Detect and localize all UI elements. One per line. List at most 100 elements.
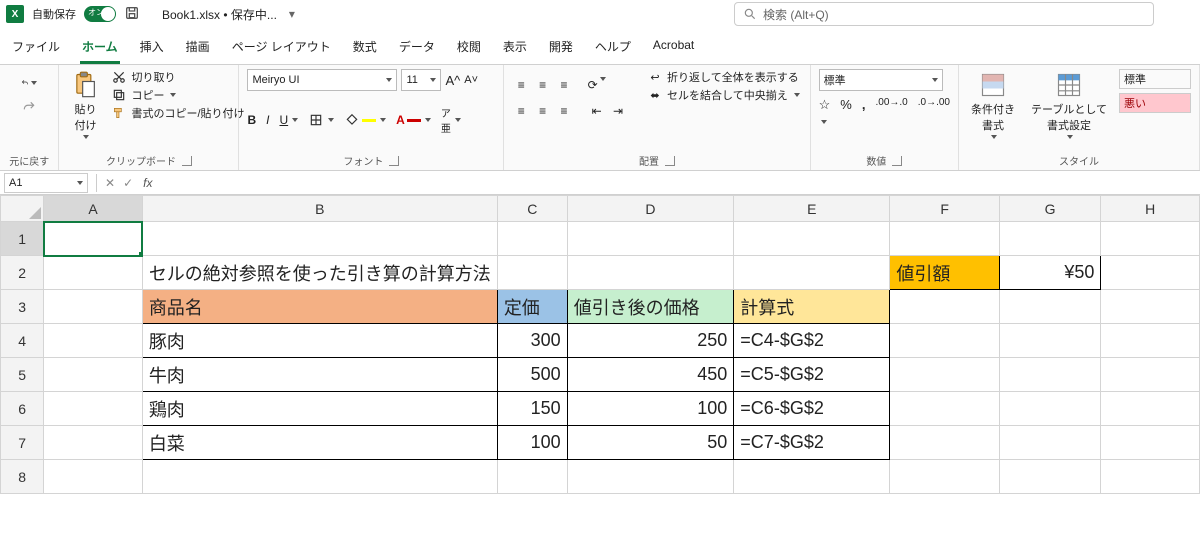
tab-insert[interactable]: 挿入 (138, 34, 166, 64)
cell[interactable]: 値引額 (890, 256, 999, 290)
cell[interactable] (734, 460, 890, 494)
cell-style-bad[interactable]: 悪い (1119, 93, 1191, 113)
cell[interactable] (44, 256, 143, 290)
row-header[interactable]: 6 (1, 392, 44, 426)
search-input[interactable]: 検索 (Alt+Q) (734, 2, 1154, 26)
tab-layout[interactable]: ページ レイアウト (230, 34, 333, 64)
cell[interactable]: ¥50 (999, 256, 1101, 290)
bold-button[interactable]: B (247, 113, 256, 127)
format-as-table-button[interactable]: テーブルとして 書式設定 (1027, 69, 1111, 141)
row-header[interactable]: 2 (1, 256, 44, 290)
cell[interactable] (44, 392, 143, 426)
cell[interactable]: 豚肉 (142, 324, 497, 358)
orientation-button[interactable]: ⟳ (588, 77, 606, 93)
cell[interactable] (890, 324, 999, 358)
select-all-corner[interactable] (1, 196, 44, 222)
worksheet[interactable]: ABCDEFGH12セルの絶対参照を使った引き算の計算方法値引額¥503商品名定… (0, 195, 1200, 494)
cell[interactable]: =C4-$G$2 (734, 324, 890, 358)
cell[interactable]: 100 (567, 392, 734, 426)
cell[interactable]: セルの絶対参照を使った引き算の計算方法 (142, 256, 497, 290)
cell[interactable]: 白菜 (142, 426, 497, 460)
tab-dev[interactable]: 開発 (547, 34, 575, 64)
tab-formulas[interactable]: 数式 (351, 34, 379, 64)
cell-style-normal[interactable]: 標準 (1119, 69, 1191, 89)
row-header[interactable]: 4 (1, 324, 44, 358)
cell[interactable]: 100 (497, 426, 567, 460)
decrease-indent-button[interactable]: ⇤ (588, 103, 606, 119)
font-color-button[interactable]: A (396, 113, 431, 127)
cell[interactable] (1101, 358, 1200, 392)
paste-button[interactable]: 貼り付け (67, 69, 103, 141)
name-box[interactable]: A1 (4, 173, 88, 193)
cell[interactable] (999, 426, 1101, 460)
align-right-button[interactable]: ≡ (555, 103, 573, 119)
tab-draw[interactable]: 描画 (184, 34, 212, 64)
cell[interactable] (44, 426, 143, 460)
tab-acrobat[interactable]: Acrobat (651, 34, 696, 64)
cell[interactable] (1101, 256, 1200, 290)
cell[interactable]: =C6-$G$2 (734, 392, 890, 426)
column-header[interactable]: A (44, 196, 143, 222)
redo-button[interactable] (21, 99, 37, 115)
conditional-format-button[interactable]: 条件付き 書式 (967, 69, 1019, 141)
borders-button[interactable] (308, 112, 334, 128)
increase-decimal-button[interactable]: .00→.0 (875, 97, 907, 128)
cell[interactable] (734, 222, 890, 256)
accounting-format-button[interactable]: ☆ (819, 97, 831, 128)
cell[interactable] (999, 324, 1101, 358)
column-header[interactable]: B (142, 196, 497, 222)
align-top-button[interactable]: ≡ (512, 77, 530, 93)
cancel-formula-button[interactable]: ✕ (101, 176, 119, 190)
decrease-font-button[interactable]: A˅ (464, 74, 478, 86)
tab-home[interactable]: ホーム (80, 34, 120, 64)
cell[interactable] (1101, 222, 1200, 256)
cell[interactable]: 450 (567, 358, 734, 392)
autosave-toggle[interactable]: オン (84, 6, 116, 22)
number-format-select[interactable]: 標準 (819, 69, 943, 91)
cell[interactable] (497, 460, 567, 494)
number-launcher[interactable] (892, 156, 902, 166)
cell[interactable] (890, 222, 999, 256)
column-header[interactable]: E (734, 196, 890, 222)
row-header[interactable]: 3 (1, 290, 44, 324)
cell[interactable] (890, 290, 999, 324)
align-middle-button[interactable]: ≡ (534, 77, 552, 93)
wrap-text-button[interactable]: ↩折り返して全体を表示する (647, 69, 800, 85)
font-size-select[interactable]: 11 (401, 69, 441, 91)
align-center-button[interactable]: ≡ (534, 103, 552, 119)
copy-button[interactable]: コピー (111, 87, 244, 103)
cell[interactable] (497, 222, 567, 256)
cell[interactable] (1101, 290, 1200, 324)
column-header[interactable]: D (567, 196, 734, 222)
merge-center-button[interactable]: ⬌セルを結合して中央揃え (647, 87, 800, 103)
cell[interactable] (44, 290, 143, 324)
cell[interactable] (44, 358, 143, 392)
cell[interactable] (999, 460, 1101, 494)
tab-file[interactable]: ファイル (10, 34, 62, 64)
cell[interactable] (999, 222, 1101, 256)
cell[interactable] (497, 256, 567, 290)
format-painter-button[interactable]: 書式のコピー/貼り付け (111, 105, 244, 121)
tab-help[interactable]: ヘルプ (593, 34, 633, 64)
cell[interactable]: 250 (567, 324, 734, 358)
cell[interactable] (44, 460, 143, 494)
cell[interactable]: 定価 (497, 290, 567, 324)
cell[interactable]: 商品名 (142, 290, 497, 324)
column-header[interactable]: G (999, 196, 1101, 222)
cut-button[interactable]: 切り取り (111, 69, 244, 85)
decrease-decimal-button[interactable]: .0→.00 (918, 97, 950, 128)
cell[interactable] (142, 460, 497, 494)
filename-dropdown-icon[interactable]: ▾ (289, 7, 295, 21)
row-header[interactable]: 1 (1, 222, 44, 256)
cell[interactable]: 牛肉 (142, 358, 497, 392)
cell[interactable] (734, 256, 890, 290)
cell[interactable]: 500 (497, 358, 567, 392)
cell[interactable] (567, 222, 734, 256)
align-bottom-button[interactable]: ≡ (555, 77, 573, 93)
save-icon[interactable] (124, 5, 140, 24)
percent-format-button[interactable]: % (840, 97, 852, 128)
font-launcher[interactable] (389, 156, 399, 166)
cell[interactable]: 150 (497, 392, 567, 426)
cell[interactable]: =C7-$G$2 (734, 426, 890, 460)
cell[interactable] (999, 290, 1101, 324)
